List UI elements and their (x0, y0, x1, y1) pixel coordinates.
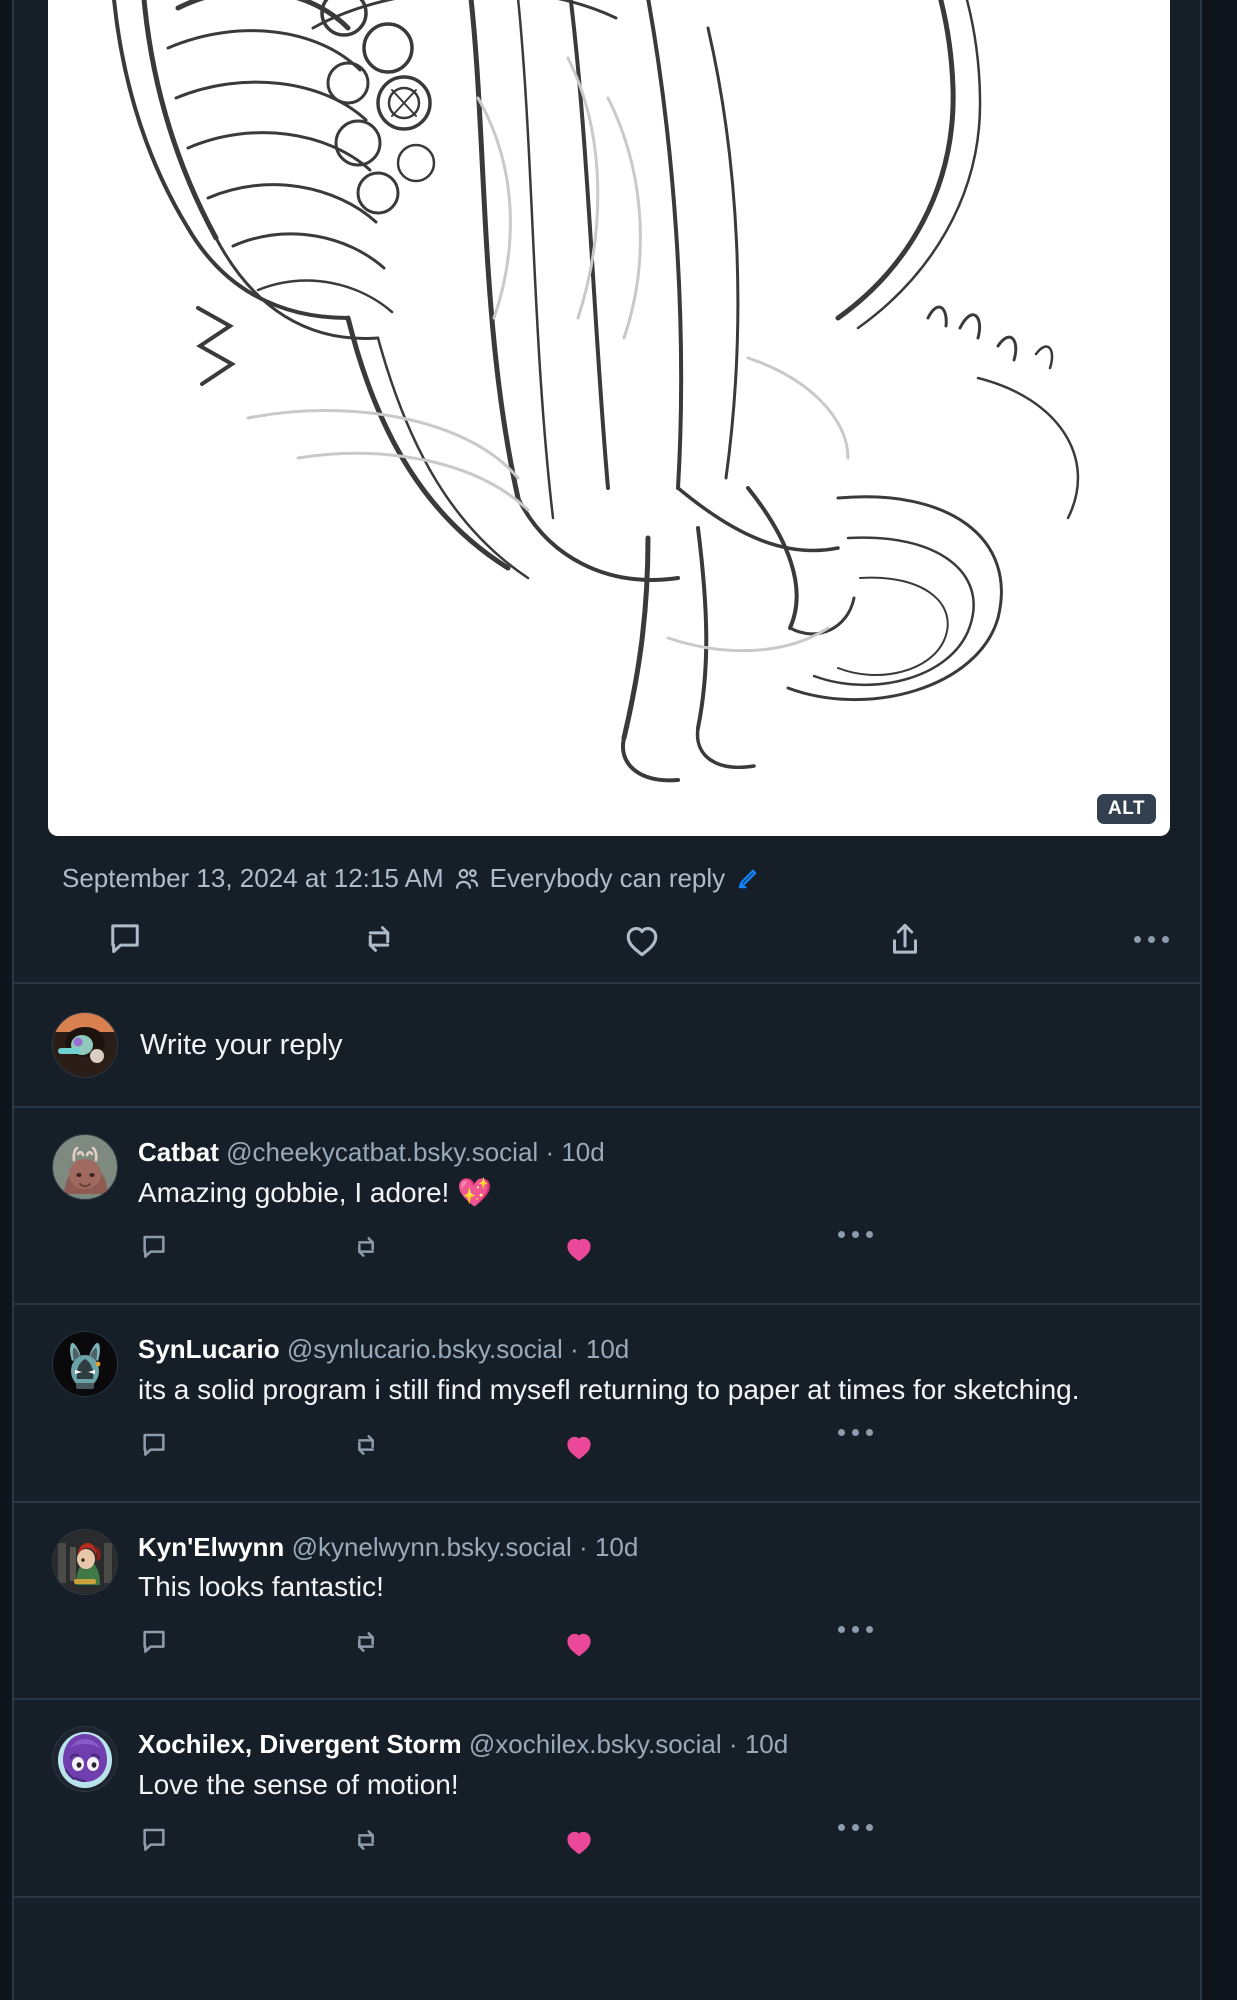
more-button[interactable] (838, 1428, 873, 1436)
post-meta-row: September 13, 2024 at 12:15 AM Everybody… (48, 836, 1166, 894)
more-button[interactable] (838, 1823, 873, 1831)
post-image-container[interactable]: ALT (48, 0, 1170, 836)
ellipsis-icon (838, 1231, 845, 1239)
repost-button[interactable] (350, 1429, 382, 1461)
content-column: ALT September 13, 2024 at 12:15 AM Every… (12, 0, 1202, 2000)
reply-timestamp: 10d (561, 1137, 605, 1167)
reply-author-name[interactable]: SynLucario (138, 1334, 280, 1364)
reply-header: SynLucario @synlucario.bsky.social · 10d (138, 1333, 1170, 1366)
avatar-art (52, 1528, 118, 1595)
ellipsis-icon (866, 1823, 873, 1831)
main-post: ALT September 13, 2024 at 12:15 AM Every… (14, 0, 1200, 982)
more-button[interactable] (1134, 935, 1169, 943)
separator-dot: · (579, 1531, 588, 1562)
alt-text-badge[interactable]: ALT (1096, 794, 1156, 824)
repost-button[interactable] (350, 1231, 382, 1263)
ellipsis-icon (866, 1231, 873, 1239)
reply-author-name[interactable]: Catbat (138, 1137, 219, 1167)
user-avatar[interactable] (52, 1012, 118, 1078)
reply-action-bar (138, 1812, 1170, 1886)
kynelwynn-avatar[interactable] (52, 1528, 118, 1595)
catbat-avatar[interactable] (52, 1134, 118, 1200)
reply-body: Kyn'Elwynn @kynelwynn.bsky.social · 10d … (138, 1529, 1170, 1688)
reply-author-handle[interactable]: @kynelwynn.bsky.social (292, 1532, 572, 1562)
reply-text: its a solid program i still find mysefl … (138, 1373, 1080, 1405)
reply-action-bar (138, 1219, 1170, 1293)
ellipsis-icon (1162, 935, 1169, 943)
reply-button[interactable] (138, 1824, 170, 1856)
reply-button[interactable] (138, 1626, 170, 1658)
ellipsis-icon (852, 1626, 859, 1634)
reply-button[interactable] (104, 918, 146, 960)
reply-timestamp: 10d (594, 1531, 639, 1562)
avatar-art (52, 1726, 118, 1793)
separator-dot: · (728, 1729, 738, 1760)
reply-author-name[interactable]: Kyn'Elwynn (138, 1532, 284, 1562)
xochilex-avatar[interactable] (52, 1726, 118, 1793)
list-item[interactable]: Catbat @cheekycatbat.bsky.social · 10d A… (14, 1108, 1200, 1303)
reply-author-handle[interactable]: @cheekycatbat.bsky.social (226, 1137, 538, 1167)
more-button[interactable] (838, 1626, 873, 1634)
post-timestamp: September 13, 2024 at 12:15 AM (62, 863, 444, 893)
separator-dot: · (545, 1137, 555, 1167)
like-button[interactable] (620, 917, 664, 961)
reply-body: Xochilex, Divergent Storm @xochilex.bsky… (138, 1726, 1170, 1885)
ellipsis-icon (866, 1428, 873, 1436)
like-button[interactable] (562, 1429, 596, 1463)
post-action-bar (48, 894, 1169, 982)
reply-text: Amazing gobbie, I adore! 💖 (138, 1176, 492, 1208)
sketch-artwork (112, 0, 1080, 783)
reply-author-handle[interactable]: @xochilex.bsky.social (469, 1729, 722, 1759)
section-divider (14, 1895, 1200, 1898)
ellipsis-icon (852, 1823, 859, 1831)
reply-composer[interactable]: Write your reply (14, 984, 1200, 1106)
ellipsis-icon (852, 1428, 859, 1436)
list-item[interactable]: SynLucario @synlucario.bsky.social · 10d… (14, 1305, 1200, 1500)
ellipsis-icon (866, 1626, 873, 1634)
reply-header: Catbat @cheekycatbat.bsky.social · 10d (138, 1136, 1170, 1169)
reply-text: Love the sense of motion! (138, 1768, 459, 1800)
repost-button[interactable] (358, 918, 400, 960)
reply-body: Catbat @cheekycatbat.bsky.social · 10d A… (138, 1134, 1170, 1293)
repost-button[interactable] (350, 1824, 382, 1856)
list-item[interactable]: Kyn'Elwynn @kynelwynn.bsky.social · 10d … (14, 1503, 1200, 1698)
ellipsis-icon (838, 1428, 845, 1436)
reply-timestamp: 10d (744, 1729, 789, 1760)
like-button[interactable] (562, 1231, 596, 1265)
ellipsis-icon (838, 1626, 845, 1634)
ellipsis-icon (852, 1231, 859, 1239)
reply-placeholder[interactable]: Write your reply (140, 1029, 343, 1062)
avatar-art (52, 1134, 118, 1200)
reply-author-handle[interactable]: @synlucario.bsky.social (287, 1334, 563, 1364)
bluesky-thread-screen: ALT September 13, 2024 at 12:15 AM Every… (0, 0, 1237, 2000)
repost-button[interactable] (350, 1626, 382, 1658)
avatar-art (52, 1331, 118, 1398)
separator-dot: · (569, 1334, 579, 1365)
reply-button[interactable] (138, 1231, 170, 1263)
like-button[interactable] (562, 1626, 596, 1660)
reply-button[interactable] (138, 1429, 170, 1461)
ellipsis-icon (838, 1823, 845, 1831)
reply-action-bar (138, 1417, 1170, 1491)
post-audience-label: Everybody can reply (489, 863, 726, 893)
reply-author-name[interactable]: Xochilex, Divergent Storm (138, 1729, 462, 1759)
list-item[interactable]: Xochilex, Divergent Storm @xochilex.bsky… (14, 1700, 1200, 1895)
reply-body: SynLucario @synlucario.bsky.social · 10d… (138, 1331, 1170, 1490)
share-button[interactable] (884, 918, 926, 960)
reply-header: Kyn'Elwynn @kynelwynn.bsky.social · 10d (138, 1531, 1170, 1564)
ellipsis-icon (1134, 935, 1141, 943)
post-image[interactable]: ALT (48, 0, 1170, 836)
more-button[interactable] (838, 1231, 873, 1239)
reply-action-bar (138, 1614, 1170, 1688)
reply-timestamp: 10d (585, 1334, 630, 1365)
like-button[interactable] (562, 1824, 596, 1858)
pencil-icon[interactable] (734, 866, 760, 892)
reply-header: Xochilex, Divergent Storm @xochilex.bsky… (138, 1728, 1170, 1761)
avatar-art (52, 1012, 118, 1078)
synlucario-avatar[interactable] (52, 1331, 118, 1398)
ellipsis-icon (1148, 935, 1155, 943)
people-icon (453, 865, 481, 893)
reply-text: This looks fantastic! (138, 1571, 384, 1603)
